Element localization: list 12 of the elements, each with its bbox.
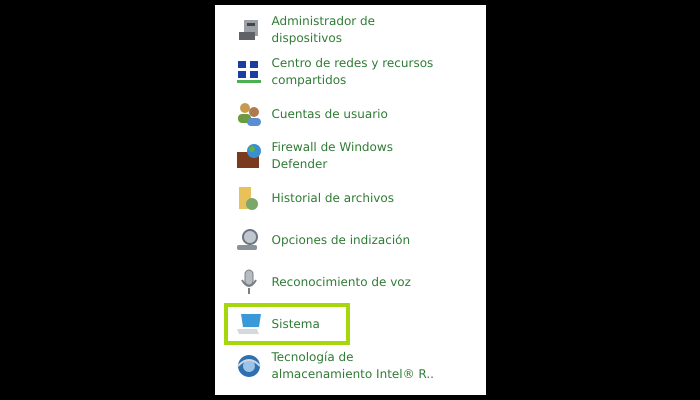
- control-panel-item[interactable]: Cuentas de usuario: [224, 93, 418, 135]
- firewall-icon: [234, 142, 262, 170]
- control-panel-item[interactable]: Tecnología de almacenamiento Intel® R..: [224, 345, 464, 387]
- control-panel-item[interactable]: Opciones de indización: [224, 219, 440, 261]
- control-panel-item[interactable]: Historial de archivos: [224, 177, 424, 219]
- network-icon: [234, 58, 262, 86]
- highlighted-item[interactable]: Sistema: [224, 303, 350, 345]
- control-panel-item[interactable]: Firewall de Windows Defender: [224, 135, 423, 177]
- control-panel-item[interactable]: Administrador de dispositivos: [224, 9, 406, 51]
- storage-icon: [234, 352, 262, 380]
- control-panel-item[interactable]: Centro de redes y recursos compartidos: [224, 51, 464, 93]
- control-panel-item[interactable]: Reconocimiento de voz: [224, 261, 441, 303]
